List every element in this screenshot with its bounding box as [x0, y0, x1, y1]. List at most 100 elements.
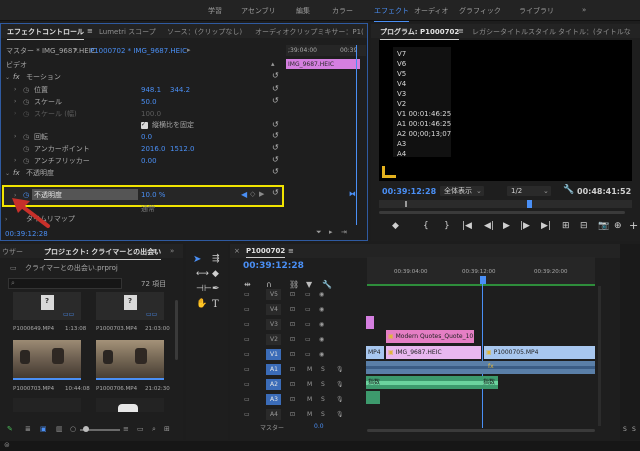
new-bin-icon[interactable]: ▭: [137, 425, 144, 434]
blend-mode-value[interactable]: 通常: [141, 205, 155, 214]
antiflicker-stopwatch-icon[interactable]: ◷: [23, 157, 29, 166]
rotation-stopwatch-icon[interactable]: ◷: [23, 133, 29, 142]
pen-tool-icon[interactable]: ✒: [212, 285, 220, 294]
a3-audio-clip[interactable]: [366, 391, 380, 404]
track-lock-icon[interactable]: ▭: [244, 306, 250, 313]
motion-expand-icon[interactable]: ⌄: [5, 74, 10, 81]
solo-button[interactable]: S: [321, 366, 325, 373]
workspace-color[interactable]: カラー: [332, 6, 353, 16]
scale-reset-icon[interactable]: ↺: [272, 96, 279, 105]
program-playhead[interactable]: [527, 200, 532, 208]
v1-p1000705-clip[interactable]: ▣ P1000705.MP4: [484, 346, 595, 359]
ec-export-icon[interactable]: ⇥: [341, 228, 347, 237]
track-sync-icon[interactable]: ⊡: [290, 396, 295, 403]
new-item-icon[interactable]: ⊞: [164, 425, 170, 434]
icon-view-icon[interactable]: ▣: [40, 425, 47, 434]
filter-icon[interactable]: ⏷: [316, 228, 322, 237]
track-lock-icon[interactable]: ▭: [244, 351, 250, 358]
anchor-y-value[interactable]: 1512.0: [170, 145, 195, 154]
slip-tool-icon[interactable]: ⊣⊢: [196, 285, 212, 294]
position-y-value[interactable]: 344.2: [170, 86, 190, 95]
selection-tool-icon[interactable]: ➤: [193, 255, 201, 265]
mark-out-icon[interactable]: }: [444, 221, 450, 231]
rotation-expand-icon[interactable]: ›: [14, 133, 16, 140]
go-to-out-icon[interactable]: ▶|: [541, 221, 551, 231]
mute-button[interactable]: M: [307, 396, 312, 403]
master-clip-label[interactable]: マスター * IMG_9687.HEIC: [6, 47, 96, 56]
track-output-icon[interactable]: ▭: [305, 336, 311, 343]
track-sync-icon[interactable]: ⊡: [290, 321, 295, 328]
tab-audio-clip-mixer[interactable]: オーディオクリップミキサー：P1(: [255, 27, 364, 37]
pencil-icon[interactable]: ✎: [7, 425, 13, 434]
tab-sequence[interactable]: P1000702: [246, 247, 286, 258]
project-more-tabs-icon[interactable]: »: [170, 247, 174, 255]
uniform-scale-reset-icon[interactable]: ↺: [272, 120, 279, 129]
position-reset-icon[interactable]: ↺: [272, 84, 279, 93]
v1-mp4-clip[interactable]: MP4: [366, 346, 384, 359]
timeline-menu-icon[interactable]: ≡: [288, 247, 294, 255]
track-lock-icon[interactable]: ▭: [244, 366, 250, 373]
track-sync-icon[interactable]: ⊡: [290, 306, 295, 313]
track-output-icon[interactable]: ▭: [305, 291, 311, 298]
dropdown-chevron-icon[interactable]: ▾: [74, 46, 78, 55]
add-marker-icon[interactable]: ◆: [392, 221, 399, 231]
track-lock-icon[interactable]: ▭: [244, 321, 250, 328]
project-scrollbar[interactable]: [175, 300, 178, 360]
opacity-section-reset-icon[interactable]: ↺: [272, 167, 279, 176]
tab-menu-icon[interactable]: ≡: [87, 27, 93, 35]
scale-stopwatch-icon[interactable]: ◷: [23, 98, 29, 107]
mark-in-icon[interactable]: {: [423, 221, 429, 231]
workspace-assembly[interactable]: アセンブリ: [241, 6, 276, 16]
tab-project[interactable]: プロジェクト: クライマーとの出会い: [44, 247, 162, 260]
button-editor-icon[interactable]: +: [629, 219, 638, 232]
tab-legacy-title-styles[interactable]: レガシータイトルスタイル: [472, 27, 556, 37]
opacity-section-expand-icon[interactable]: ⌄: [5, 170, 10, 177]
anchor-x-value[interactable]: 2016.0: [141, 145, 166, 154]
workspace-graphics[interactable]: グラフィック: [459, 6, 501, 16]
track-lock-icon[interactable]: ▭: [244, 291, 250, 298]
track-eye-icon[interactable]: ◉: [319, 351, 324, 358]
solo-button[interactable]: S: [321, 411, 325, 418]
work-area-bar[interactable]: [367, 284, 595, 286]
close-sequence-icon[interactable]: ×: [234, 247, 240, 255]
track-sync-icon[interactable]: ⊡: [290, 351, 295, 358]
microphone-icon[interactable]: 🎙: [336, 396, 344, 403]
tab-title[interactable]: タイトル：(タイトルな: [558, 27, 631, 37]
program-tab-menu-icon[interactable]: ≡: [458, 27, 464, 35]
sort-icon[interactable]: ≡: [123, 425, 129, 434]
solo-button[interactable]: S: [321, 381, 325, 388]
opacity-value[interactable]: 10.0 %: [141, 191, 165, 200]
track-eye-icon[interactable]: ◉: [319, 321, 324, 328]
go-to-in-icon[interactable]: |◀: [462, 221, 472, 231]
master-track-value[interactable]: 0.0: [314, 423, 324, 430]
microphone-icon[interactable]: 🎙: [336, 381, 344, 388]
zoom-out-icon[interactable]: ○: [70, 425, 76, 434]
tab-source[interactable]: ソース：(クリップなし): [167, 27, 242, 37]
rotation-reset-icon[interactable]: ↺: [272, 131, 279, 140]
motion-reset-icon[interactable]: ↺: [272, 71, 279, 80]
razor-tool-icon[interactable]: ◆: [212, 270, 219, 279]
program-scrubber[interactable]: [379, 200, 632, 208]
play-icon[interactable]: ▶: [503, 221, 510, 231]
lift-icon[interactable]: ⊞: [562, 221, 570, 231]
track-lock-icon[interactable]: ▭: [244, 336, 250, 343]
next-keyframe-icon[interactable]: ▶: [259, 190, 264, 199]
workspace-learn[interactable]: 学習: [208, 6, 222, 16]
project-tab-menu-icon[interactable]: ≡: [152, 247, 158, 255]
track-sync-icon[interactable]: ⊡: [290, 336, 295, 343]
project-search-input[interactable]: [8, 278, 122, 289]
sequence-clip-label[interactable]: P1000702 * IMG_9687.HEIC: [90, 47, 187, 56]
anchor-stopwatch-icon[interactable]: ◷: [23, 145, 29, 154]
ec-timecode[interactable]: 00:39:12:28: [5, 230, 48, 239]
scale-value[interactable]: 50.0: [141, 98, 157, 107]
tab-effect-controls[interactable]: エフェクトコントロール: [7, 27, 84, 40]
find-icon[interactable]: ⌕: [152, 425, 156, 434]
v1-heic-clip[interactable]: ▣ IMG_9687.HEIC: [386, 346, 481, 359]
export-frame-icon[interactable]: 📷: [598, 221, 609, 231]
clip-chevron-icon[interactable]: ▸: [187, 46, 191, 55]
add-keyframe-icon[interactable]: ◇: [250, 190, 255, 199]
position-stopwatch-icon[interactable]: ◷: [23, 86, 29, 95]
status-icon[interactable]: ⊜: [4, 441, 10, 450]
type-tool-icon[interactable]: T: [212, 300, 219, 310]
v2-title-clip[interactable]: ▣ Modern Quotes_Quote_10: [386, 330, 474, 343]
